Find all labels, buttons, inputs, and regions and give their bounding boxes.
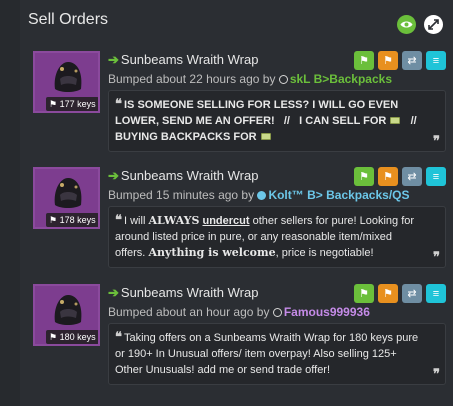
item-title[interactable]: ➔ Sunbeams Wraith Wrap (108, 285, 258, 301)
user-link[interactable]: skL B>Backpacks (290, 72, 392, 86)
flag-icon: ⚑ (383, 55, 393, 67)
message-button[interactable]: ≡ (426, 167, 446, 186)
status-offline-icon (272, 308, 282, 317)
panel-title: Sell Orders (28, 11, 109, 28)
message-button[interactable]: ≡ (426, 284, 446, 303)
tag-icon: ⚑ (359, 171, 369, 183)
status-online-icon (257, 191, 267, 200)
tag-button[interactable]: ⚑ (354, 167, 374, 186)
tag-icon: ⚑ (359, 288, 369, 300)
price-badge: ⚑ 177 keys (46, 97, 98, 111)
quote-open-icon: ❝ (115, 212, 122, 227)
trade-button[interactable]: ⇄ (402, 51, 422, 70)
tag-button[interactable]: ⚑ (354, 51, 374, 70)
bump-info: Bumped 15 minutes ago by Kolt™ B> Backpa… (108, 188, 410, 202)
exchange-icon: ⇄ (407, 171, 417, 183)
key-icon (260, 133, 271, 140)
exchange-icon: ⇄ (407, 55, 417, 67)
quote-open-icon: ❝ (115, 96, 122, 111)
wraith-wrap-icon (54, 177, 82, 208)
listing-3: ⚑ 180 keys ➔ Sunbeams Wraith Wrap Bumped … (28, 284, 446, 392)
listing-1: ⚑ 177 keys ➔ Sunbeams Wraith Wrap Bumped … (28, 51, 446, 159)
expand-icon (428, 19, 439, 30)
listing-actions: ⚑ ⚑ ⇄ ≡ (354, 284, 446, 303)
bump-info: Bumped about 22 hours ago by skL B>Backp… (108, 72, 392, 86)
report-button[interactable]: ⚑ (378, 51, 398, 70)
arrow-right-icon: ➔ (108, 285, 119, 300)
eye-icon (400, 21, 413, 28)
listing-actions: ⚑ ⚑ ⇄ ≡ (354, 51, 446, 70)
quote-close-icon: ❞ (433, 249, 440, 264)
listing-actions: ⚑ ⚑ ⇄ ≡ (354, 167, 446, 186)
user-link[interactable]: Kolt™ B> Backpacks/QS (268, 188, 409, 202)
flag-icon: ⚑ (383, 288, 393, 300)
quote-open-icon: ❝ (115, 329, 122, 344)
arrow-right-icon: ➔ (108, 168, 119, 183)
report-button[interactable]: ⚑ (378, 284, 398, 303)
item-image[interactable]: ⚑ 177 keys (33, 51, 100, 113)
key-icon (390, 117, 401, 124)
tag-icon: ⚑ (49, 332, 58, 342)
report-button[interactable]: ⚑ (378, 167, 398, 186)
expand-button[interactable] (424, 15, 443, 34)
status-offline-icon (278, 75, 288, 84)
item-image[interactable]: ⚑ 180 keys (33, 284, 100, 346)
trade-button[interactable]: ⇄ (402, 167, 422, 186)
trade-button[interactable]: ⇄ (402, 284, 422, 303)
flag-icon: ⚑ (383, 171, 393, 183)
quote-close-icon: ❞ (433, 366, 440, 381)
user-link[interactable]: Famous999936 (284, 305, 370, 319)
exchange-icon: ⇄ (407, 288, 417, 300)
arrow-right-icon: ➔ (108, 52, 119, 67)
tag-icon: ⚑ (359, 55, 369, 67)
wraith-wrap-icon (54, 61, 82, 92)
price-badge: ⚑ 180 keys (46, 330, 98, 344)
list-icon: ≡ (432, 170, 440, 183)
item-image[interactable]: ⚑ 178 keys (33, 167, 100, 229)
item-title[interactable]: ➔ Sunbeams Wraith Wrap (108, 168, 258, 184)
sell-orders-panel: Sell Orders ⚑ 177 keys ➔ Sunbeams Wraith… (0, 0, 453, 406)
wraith-wrap-icon (54, 294, 82, 325)
quote-close-icon: ❞ (433, 133, 440, 148)
listing-2: ⚑ 178 keys ➔ Sunbeams Wraith Wrap Bumped … (28, 167, 446, 275)
bump-info: Bumped about an hour ago by Famous999936 (108, 305, 370, 319)
panel-left-strip (0, 0, 20, 406)
item-title[interactable]: ➔ Sunbeams Wraith Wrap (108, 52, 258, 68)
list-icon: ≡ (432, 287, 440, 300)
list-icon: ≡ (432, 54, 440, 67)
listing-comment: ❝ IS SOMEONE SELLING FOR LESS? I WILL GO … (108, 90, 446, 152)
tag-button[interactable]: ⚑ (354, 284, 374, 303)
toggle-visibility-button[interactable] (397, 15, 416, 34)
listing-comment: ❝ Taking offers on a Sunbeams Wraith Wrap… (108, 323, 446, 385)
tag-icon: ⚑ (49, 99, 58, 109)
listing-comment: ❝ I will ALWAYS undercut other sellers fo… (108, 206, 446, 268)
tag-icon: ⚑ (49, 215, 58, 225)
message-button[interactable]: ≡ (426, 51, 446, 70)
price-badge: ⚑ 178 keys (46, 213, 98, 227)
